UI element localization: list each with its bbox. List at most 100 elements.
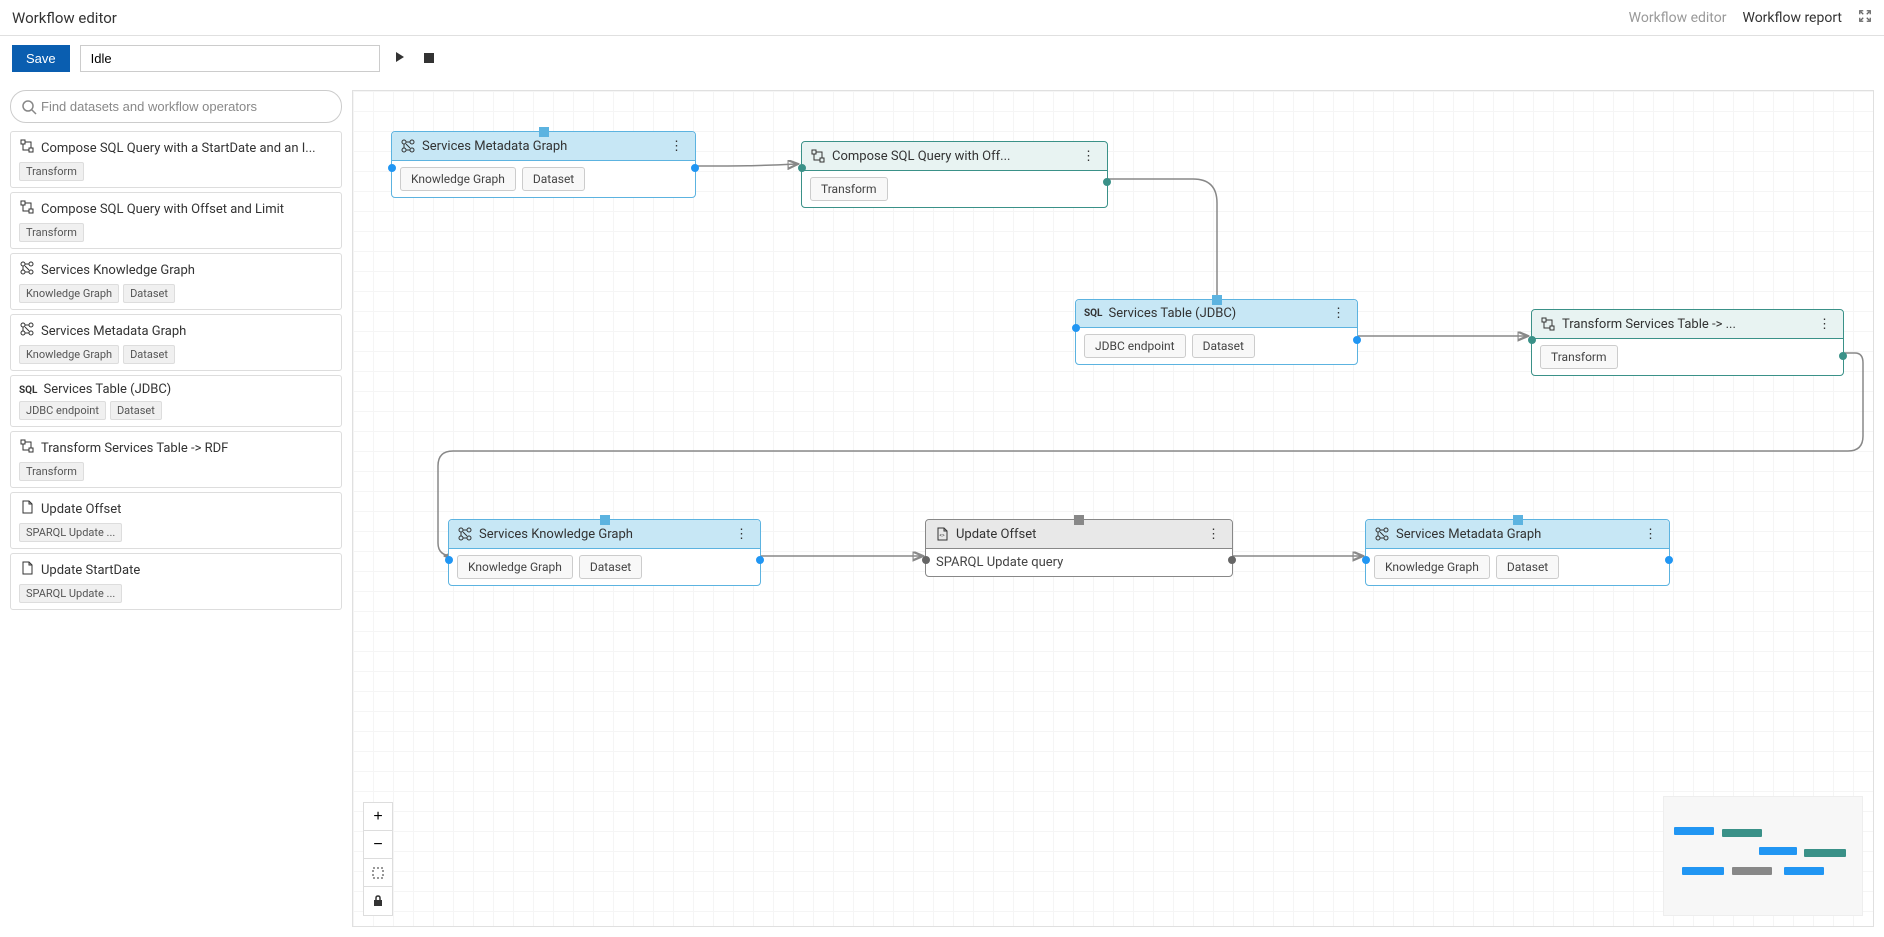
sidebar-item-label: Compose SQL Query with a StartDate and a… (41, 141, 316, 156)
sidebar-item-tag: Transform (19, 162, 84, 181)
sidebar-item-tag: JDBC endpoint (19, 401, 106, 420)
page-title: Workflow editor (12, 9, 117, 27)
transform-icon (810, 148, 826, 164)
graph-icon (1374, 526, 1390, 542)
main: Compose SQL Query with a StartDate and a… (0, 80, 1884, 937)
graph-icon (19, 260, 35, 280)
search-icon (21, 99, 37, 115)
graph-icon (457, 526, 473, 542)
canvas[interactable]: Services Metadata Graph ⋮ Knowledge Grap… (352, 90, 1874, 927)
node-menu-icon[interactable]: ⋮ (1203, 527, 1224, 542)
port-out[interactable] (756, 556, 764, 564)
port-in[interactable] (1362, 556, 1370, 564)
node-title: Update Offset (956, 527, 1197, 542)
sidebar-item-label: Services Table (JDBC) (43, 382, 171, 397)
file-icon (19, 499, 35, 519)
node-menu-icon[interactable]: ⋮ (666, 139, 687, 154)
stop-button[interactable] (420, 47, 438, 70)
graph-icon (19, 321, 35, 341)
node-transform-services-table[interactable]: Transform Services Table -> ... ⋮ Transf… (1531, 309, 1844, 376)
node-title: Services Knowledge Graph (479, 527, 725, 542)
search-box[interactable] (10, 90, 342, 123)
status-input[interactable] (80, 45, 380, 72)
node-tag: Dataset (1192, 334, 1255, 358)
port-out[interactable] (1103, 178, 1111, 186)
header-right: Workflow editor Workflow report (1629, 9, 1872, 27)
minimap[interactable] (1663, 796, 1863, 916)
sidebar-item[interactable]: Compose SQL Query with Offset and Limit … (10, 192, 342, 249)
port-out[interactable] (1353, 336, 1361, 344)
port-in[interactable] (445, 556, 453, 564)
sidebar-item-label: Transform Services Table -> RDF (41, 441, 228, 456)
lock-button[interactable] (364, 887, 392, 915)
node-tag: Knowledge Graph (400, 167, 516, 191)
zoom-out-button[interactable]: − (364, 831, 392, 859)
fit-button[interactable] (364, 859, 392, 887)
sidebar-item-label: Services Knowledge Graph (41, 263, 195, 278)
node-top-handle[interactable] (1212, 295, 1222, 305)
sidebar-item-tag: Dataset (110, 401, 162, 420)
node-compose-sql-query[interactable]: Compose SQL Query with Off... ⋮ Transfor… (801, 141, 1108, 208)
node-services-table-jdbc[interactable]: SQL Services Table (JDBC) ⋮ JDBC endpoin… (1075, 299, 1358, 365)
sidebar-item[interactable]: Compose SQL Query with a StartDate and a… (10, 131, 342, 188)
port-out[interactable] (1665, 556, 1673, 564)
sidebar-item[interactable]: Services Metadata Graph Knowledge GraphD… (10, 314, 342, 371)
sidebar-item[interactable]: Transform Services Table -> RDF Transfor… (10, 431, 342, 488)
sidebar-item-tag: Dataset (123, 345, 175, 364)
toolbar: Save (0, 36, 1884, 80)
search-input[interactable] (37, 95, 331, 118)
node-menu-icon[interactable]: ⋮ (731, 527, 752, 542)
port-out[interactable] (1228, 556, 1236, 564)
port-in[interactable] (1072, 324, 1080, 332)
play-button[interactable] (390, 47, 410, 70)
port-in[interactable] (388, 164, 396, 172)
node-title: Services Metadata Graph (1396, 527, 1634, 542)
port-in[interactable] (1528, 336, 1536, 344)
sidebar: Compose SQL Query with a StartDate and a… (0, 80, 352, 937)
node-menu-icon[interactable]: ⋮ (1814, 317, 1835, 332)
node-tag: Dataset (522, 167, 585, 191)
sidebar-item[interactable]: Update Offset SPARQL Update ... (10, 492, 342, 549)
node-tag: Knowledge Graph (1374, 555, 1490, 579)
port-out[interactable] (691, 164, 699, 172)
graph-icon (400, 138, 416, 154)
header: Workflow editor Workflow editor Workflow… (0, 0, 1884, 36)
node-tag: JDBC endpoint (1084, 334, 1186, 358)
expand-icon[interactable] (1858, 9, 1872, 27)
node-title: Compose SQL Query with Off... (832, 149, 1072, 164)
port-in[interactable] (798, 164, 806, 172)
link-workflow-editor[interactable]: Workflow editor (1629, 10, 1727, 26)
zoom-in-button[interactable]: + (364, 803, 392, 831)
node-tag: Dataset (579, 555, 642, 579)
port-out[interactable] (1839, 352, 1847, 360)
node-title: Services Table (JDBC) (1108, 306, 1322, 321)
sidebar-item-tag: Transform (19, 223, 84, 242)
sql-icon: SQL (1084, 308, 1102, 319)
file-icon: <> (934, 526, 950, 542)
port-in[interactable] (922, 556, 930, 564)
node-menu-icon[interactable]: ⋮ (1078, 149, 1099, 164)
link-workflow-report[interactable]: Workflow report (1742, 10, 1842, 26)
node-update-offset[interactable]: <> Update Offset ⋮ SPARQL Update query (925, 519, 1233, 577)
file-icon (19, 560, 35, 580)
sidebar-item[interactable]: Update StartDate SPARQL Update ... (10, 553, 342, 610)
node-top-handle[interactable] (1513, 515, 1523, 525)
node-subtitle: SPARQL Update query (926, 549, 1232, 576)
node-top-handle[interactable] (1074, 515, 1084, 525)
node-menu-icon[interactable]: ⋮ (1328, 306, 1349, 321)
sidebar-item-tag: Knowledge Graph (19, 284, 119, 303)
transform-icon (1540, 316, 1556, 332)
node-top-handle[interactable] (539, 127, 549, 137)
sidebar-item-label: Update Offset (41, 502, 121, 517)
node-services-metadata-graph-2[interactable]: Services Metadata Graph ⋮ Knowledge Grap… (1365, 519, 1670, 586)
node-menu-icon[interactable]: ⋮ (1640, 527, 1661, 542)
node-top-handle[interactable] (600, 515, 610, 525)
sidebar-item-label: Compose SQL Query with Offset and Limit (41, 202, 284, 217)
node-services-knowledge-graph[interactable]: Services Knowledge Graph ⋮ Knowledge Gra… (448, 519, 761, 586)
node-tag: Transform (1540, 345, 1618, 369)
save-button[interactable]: Save (12, 45, 70, 72)
node-services-metadata-graph-1[interactable]: Services Metadata Graph ⋮ Knowledge Grap… (391, 131, 696, 198)
sidebar-item[interactable]: SQL Services Table (JDBC) JDBC endpointD… (10, 375, 342, 427)
sidebar-item[interactable]: Services Knowledge Graph Knowledge Graph… (10, 253, 342, 310)
sidebar-item-label: Update StartDate (41, 563, 140, 578)
